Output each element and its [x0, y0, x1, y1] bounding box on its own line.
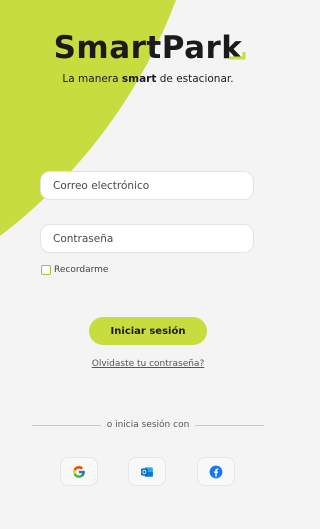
email-field[interactable] — [40, 171, 254, 200]
logo-underscore-mark — [229, 52, 246, 60]
remember-me-checkbox[interactable]: Recordarme — [41, 265, 108, 275]
tagline-bold-word: smart — [121, 73, 157, 85]
password-field[interactable] — [40, 224, 254, 253]
facebook-icon — [209, 465, 223, 478]
google-icon — [73, 465, 85, 478]
app-logo-text: SmartPark — [53, 30, 243, 66]
forgot-password-link[interactable]: Olvidaste tu contraseña? — [0, 359, 296, 369]
social-divider: o inicia sesión con — [32, 419, 265, 431]
tagline: La manera smart de estacionar. — [0, 73, 296, 85]
outlook-icon — [141, 466, 153, 477]
tagline-text: La manera — [62, 73, 122, 85]
remember-me-label: Recordarme — [54, 265, 109, 275]
divider-line-left — [32, 424, 101, 426]
facebook-login-button[interactable] — [197, 457, 235, 486]
divider-line-right — [195, 424, 265, 426]
checkbox-box[interactable] — [41, 265, 51, 275]
login-button[interactable]: Iniciar sesión — [89, 317, 207, 345]
google-login-button[interactable] — [60, 457, 98, 486]
outlook-login-button[interactable] — [128, 457, 166, 486]
divider-text: o inicia sesión con — [106, 420, 190, 430]
tagline-text-end: de estacionar. — [156, 73, 234, 85]
